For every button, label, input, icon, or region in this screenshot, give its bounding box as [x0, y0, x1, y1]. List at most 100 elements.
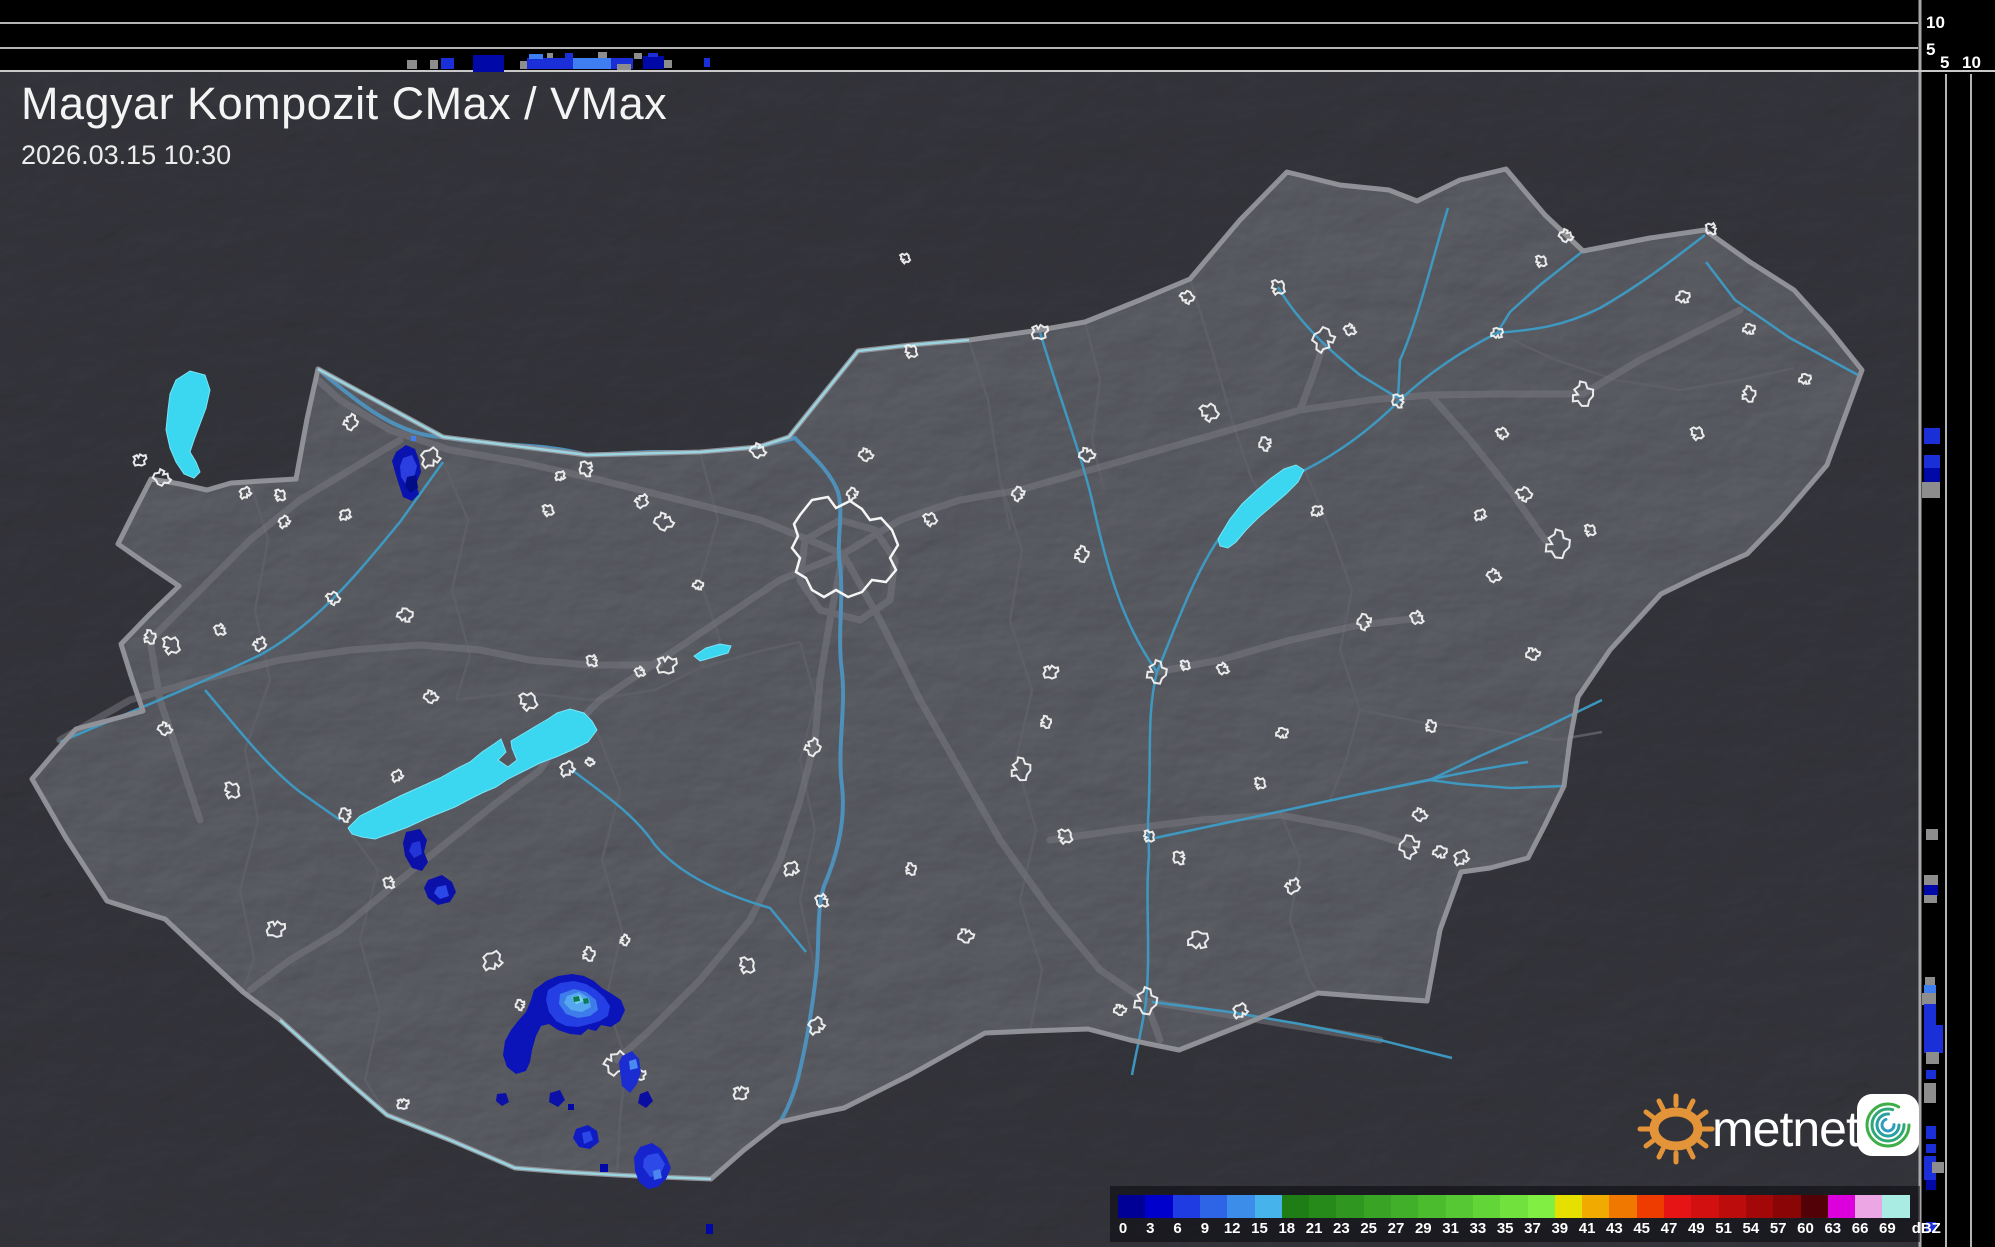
- colorbar-swatch: [1227, 1195, 1255, 1218]
- top-axis-label-5: 5: [1926, 40, 1935, 59]
- cross-section-echo-mark: [1922, 482, 1940, 498]
- colorbar-swatch: [1200, 1195, 1228, 1218]
- colorbar-swatch: [1500, 1195, 1528, 1218]
- colorbar-swatch: [1473, 1195, 1501, 1218]
- colorbar-swatch: [1555, 1195, 1583, 1218]
- colorbar-tick-label: 0: [1119, 1220, 1127, 1237]
- colorbar-tick-label: 21: [1306, 1220, 1323, 1237]
- cross-section-echo-mark: [634, 53, 642, 59]
- colorbar-tick-label: 69: [1879, 1220, 1896, 1237]
- top-cross-section-strip: [0, 0, 1995, 72]
- colorbar-tick-label: 35: [1497, 1220, 1514, 1237]
- cross-section-echo-mark: [1924, 985, 1936, 994]
- colorbar-tick-label: 3: [1146, 1220, 1154, 1237]
- cross-section-echo-mark: [1924, 885, 1938, 896]
- colorbar-swatch: [1773, 1195, 1801, 1218]
- colorbar-tick-label: 49: [1688, 1220, 1705, 1237]
- colorbar-tick-label: 66: [1852, 1220, 1869, 1237]
- metnet-wordmark: metnet: [1712, 1100, 1859, 1158]
- colorbar-tick-label: 47: [1661, 1220, 1678, 1237]
- colorbar-swatch: [1637, 1195, 1665, 1218]
- echo-cell: [411, 436, 416, 441]
- echo-blob: [573, 996, 580, 1002]
- colorbar-tick-label: 6: [1173, 1220, 1181, 1237]
- colorbar-swatch: [1118, 1195, 1146, 1218]
- colorbar-tick-label: 63: [1824, 1220, 1841, 1237]
- colorbar-swatch: [1801, 1195, 1829, 1218]
- cross-section-echo-mark: [565, 53, 573, 58]
- colorbar-tick-label: 41: [1579, 1220, 1596, 1237]
- colorbar-swatch: [1719, 1195, 1747, 1218]
- cross-section-echo-mark: [1924, 875, 1938, 886]
- colorbar-swatch: [1882, 1195, 1910, 1218]
- colorbar-tick-label: 54: [1743, 1220, 1760, 1237]
- colorbar-swatch: [1364, 1195, 1392, 1218]
- cross-section-echo-mark: [1926, 829, 1938, 840]
- cross-section-echo-mark: [648, 53, 658, 57]
- colorbar-tick-label: 18: [1278, 1220, 1295, 1237]
- colorbar-swatch: [1609, 1195, 1637, 1218]
- colorbar-swatch: [1446, 1195, 1474, 1218]
- right-axis-label-10: 10: [1962, 53, 1981, 72]
- cross-section-echo-mark: [473, 55, 504, 72]
- colorbar-tick-label: 12: [1224, 1220, 1241, 1237]
- cross-section-echo-mark: [643, 56, 664, 69]
- cross-section-echo-mark: [407, 60, 417, 69]
- colorbar-swatch: [1391, 1195, 1419, 1218]
- spiral-icon: [1857, 1094, 1919, 1156]
- colorbar-unit-label: dBZ: [1912, 1220, 1941, 1237]
- colorbar-tick-label: 37: [1524, 1220, 1541, 1237]
- cross-section-echo-mark: [1926, 1180, 1936, 1190]
- cross-section-echo-mark: [1926, 1070, 1936, 1079]
- colorbar-swatch: [1855, 1195, 1883, 1218]
- cross-section-echo-mark: [1925, 977, 1935, 986]
- metnet-app-icon: [1857, 1094, 1919, 1156]
- radar-viewer: 10 5 5 10 Magyar Kompozit CMax / VMax 20…: [0, 0, 1995, 1247]
- echo-blob: [583, 998, 589, 1004]
- cross-section-echo-mark: [573, 58, 611, 69]
- cross-section-echo-mark: [441, 58, 454, 69]
- colorbar-swatch: [1418, 1195, 1446, 1218]
- cross-section-echo-mark: [1924, 1004, 1936, 1026]
- colorbar-swatch: [1173, 1195, 1201, 1218]
- echo-cell: [706, 1224, 713, 1234]
- colorbar-tick-label: 27: [1388, 1220, 1405, 1237]
- title-block: Magyar Kompozit CMax / VMax 2026.03.15 1…: [21, 78, 667, 171]
- cross-section-echo-mark: [1924, 455, 1940, 469]
- metnet-logo: metnet: [1636, 1092, 1920, 1166]
- colorbar-swatch: [1145, 1195, 1173, 1218]
- cross-section-echo-mark: [704, 58, 710, 67]
- dbz-colorbar-panel: 0369121518212325272931333537394143454749…: [1110, 1186, 1920, 1242]
- cross-section-echo-mark: [547, 53, 553, 58]
- colorbar-swatch: [1582, 1195, 1610, 1218]
- cross-section-echo-mark: [430, 60, 438, 69]
- cross-section-echo-mark: [1924, 1025, 1943, 1053]
- cross-section-echo-mark: [520, 61, 527, 69]
- colorbar-tick-label: 23: [1333, 1220, 1350, 1237]
- page-title: Magyar Kompozit CMax / VMax: [21, 78, 667, 130]
- colorbar-tick-label: 15: [1251, 1220, 1268, 1237]
- colorbar-swatch: [1746, 1195, 1774, 1218]
- colorbar-tick-label: 51: [1715, 1220, 1732, 1237]
- colorbar-tick-label: 60: [1797, 1220, 1814, 1237]
- colorbar-tick-label: 43: [1606, 1220, 1623, 1237]
- colorbar-swatch: [1691, 1195, 1719, 1218]
- cross-section-echo-mark: [1926, 1144, 1936, 1153]
- top-axis-label-10: 10: [1926, 13, 1945, 32]
- colorbar-tick-label: 31: [1442, 1220, 1459, 1237]
- cross-section-echo-mark: [1926, 1052, 1939, 1064]
- colorbar-swatch: [1528, 1195, 1556, 1218]
- cross-section-echo-mark: [1932, 1162, 1944, 1173]
- cross-section-echo-mark: [1926, 1126, 1936, 1139]
- sun-icon: [1636, 1092, 1716, 1166]
- colorbar-swatch: [1282, 1195, 1310, 1218]
- colorbar-tick-label: 25: [1360, 1220, 1377, 1237]
- cross-section-echo-mark: [598, 52, 607, 58]
- colorbar-swatch: [1828, 1195, 1856, 1218]
- colorbar-tick-label: 33: [1470, 1220, 1487, 1237]
- colorbar-tick-label: 45: [1633, 1220, 1650, 1237]
- cross-section-echo-mark: [1922, 993, 1936, 1005]
- timestamp: 2026.03.15 10:30: [21, 140, 667, 171]
- echo-cell: [568, 1104, 574, 1110]
- colorbar-tick-label: 57: [1770, 1220, 1787, 1237]
